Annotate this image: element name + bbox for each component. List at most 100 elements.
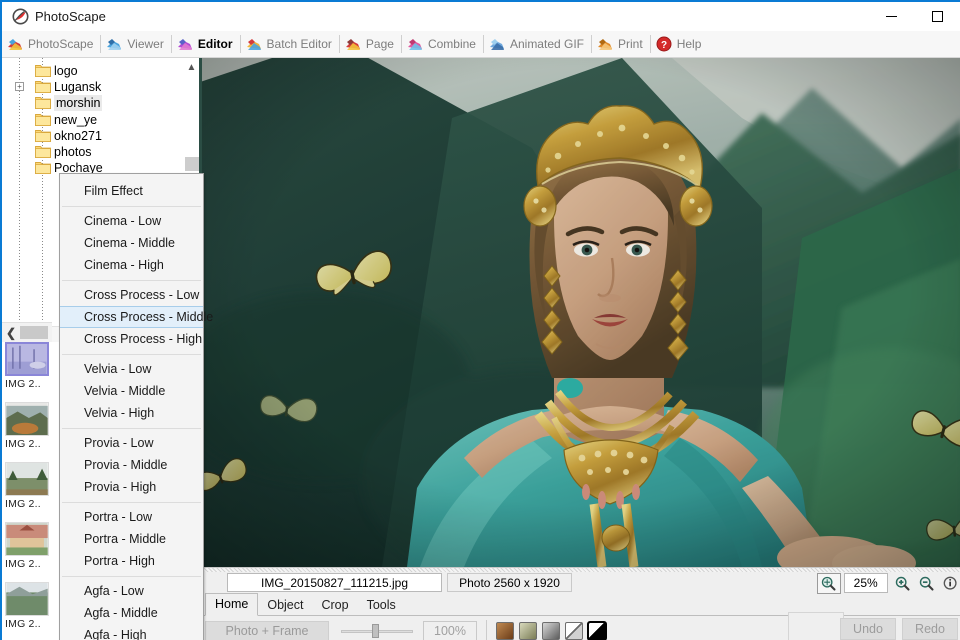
zoom-fit-icon [822,576,836,591]
module-tab-combine[interactable]: Combine [402,31,483,58]
tree-item-photos[interactable]: photos [2,144,184,160]
tree-item-logo[interactable]: logo [2,63,184,79]
zoom-out-button[interactable] [914,573,938,594]
zoom-in-button[interactable] [891,573,915,594]
module-tab-label: Help [676,37,702,51]
thumbnail-item[interactable]: IMG 2.. [5,342,49,390]
tree-item-okno271[interactable]: okno271 [2,128,184,144]
opacity-value[interactable]: 100% [423,621,477,640]
sidebar-collapse-bar[interactable]: ❮ [2,322,52,342]
scrollbar-thumb[interactable] [185,157,199,171]
tab-crop[interactable]: Crop [312,595,357,616]
home-tools-row: Photo + Frame 100% [205,620,607,640]
photo-frame-button[interactable]: Photo + Frame [205,620,329,640]
bw-diagonal-swatch[interactable] [587,621,607,640]
tree-item-morshin[interactable]: morshin [2,95,184,112]
zoom-in-icon [895,576,910,591]
folder-icon [35,97,51,110]
tree-item-label: new_ye [54,112,98,127]
edited-photo [202,58,960,567]
thumbnail-image [5,402,49,436]
menu-item-velvia-middle[interactable]: Velvia - Middle [60,380,203,402]
tab-tools[interactable]: Tools [358,595,405,616]
editor-tool-panel: Home Object Crop Tools Photo + Frame 100% U… [199,593,960,640]
menu-divider [62,280,201,281]
film-swatches [496,621,607,640]
module-tab-animated-gif[interactable]: Animated GIF [484,31,591,58]
tab-object[interactable]: Object [258,595,312,616]
menu-item-cross-process-high[interactable]: Cross Process - High [60,328,203,350]
tree-item-lugansk[interactable]: + Lugansk [2,79,184,95]
film-effect-context-menu[interactable]: Film Effect Cinema - Low Cinema - Middle Ci… [59,173,213,640]
menu-item-agfa-low[interactable]: Agfa - Low [60,580,203,602]
module-tab-page[interactable]: Page [340,31,401,58]
window-title: PhotoScape [35,9,106,24]
module-tab-batch-editor[interactable]: Batch Editor [241,31,339,58]
olive-swatch[interactable] [519,622,537,640]
print-module-icon [598,39,612,50]
sepia-swatch[interactable] [496,622,514,640]
module-tab-help[interactable]: ? Help [651,31,709,58]
undo-redo-group: Undo Redo [840,618,958,640]
thumbnail-strip[interactable]: IMG 2.. IMG 2.. IMG 2.. IMG 2.. IMG 2.. [2,342,52,640]
editor-tabs: Home Object Crop Tools [205,593,405,616]
menu-item-provia-high[interactable]: Provia - High [60,476,203,498]
menu-divider [62,354,201,355]
tab-home[interactable]: Home [205,593,259,616]
page-module-icon [345,39,360,50]
menu-item-agfa-high[interactable]: Agfa - High [60,624,203,640]
menu-item-cross-process-low[interactable]: Cross Process - Low [60,284,203,306]
thumbnail-item[interactable]: IMG 2.. [5,522,49,570]
gray-swatch[interactable] [542,622,560,640]
maximize-icon [931,11,943,22]
info-icon [943,576,957,590]
opacity-slider[interactable] [341,621,413,640]
menu-item-velvia-low[interactable]: Velvia - Low [60,358,203,380]
menu-item-cinema-middle[interactable]: Cinema - Middle [60,232,203,254]
image-info-button[interactable] [938,573,960,594]
folder-icon [35,146,51,158]
module-tab-editor[interactable]: Editor [172,31,240,58]
menu-item-portra-low[interactable]: Portra - Low [60,506,203,528]
menu-divider [62,576,201,577]
module-tab-print[interactable]: Print [592,31,650,58]
thumbnail-item[interactable]: IMG 2.. [5,402,49,450]
thumbnail-image [5,462,49,496]
menu-item-provia-middle[interactable]: Provia - Middle [60,454,203,476]
slider-knob[interactable] [372,624,379,638]
chevron-up-icon[interactable]: ▲ [184,62,199,73]
zoom-level-field[interactable]: 25% [843,573,888,593]
thumbnail-image [5,342,49,376]
zoom-fit-button[interactable] [817,572,841,594]
chevron-left-icon[interactable]: ❮ [2,326,20,340]
maximize-button[interactable] [914,2,960,31]
menu-item-cinema-high[interactable]: Cinema - High [60,254,203,276]
folder-icon [35,129,51,142]
image-canvas[interactable] [199,58,960,567]
combine-module-icon [407,39,422,50]
gray-diagonal-swatch[interactable] [565,622,583,640]
menu-item-cross-process-middle[interactable]: Cross Process - Middle [60,306,213,328]
image-dimensions: Photo 2560 x 1920 [447,573,572,592]
filename-field[interactable]: IMG_20150827_111215.jpg [227,573,442,592]
redo-button[interactable]: Redo [902,618,958,640]
tree-item-new_ye[interactable]: new_ye [2,112,184,128]
thumbnail-caption: IMG 2.. [5,438,41,450]
menu-divider [62,206,201,207]
undo-button[interactable]: Undo [840,618,896,640]
menu-item-velvia-high[interactable]: Velvia - High [60,402,203,424]
collapse-grip[interactable] [20,326,48,339]
photoscape-module-icon [8,39,22,50]
menu-item-provia-low[interactable]: Provia - Low [60,432,203,454]
menu-item-portra-high[interactable]: Portra - High [60,550,203,572]
menu-item-agfa-middle[interactable]: Agfa - Middle [60,602,203,624]
module-tab-photoscape[interactable]: PhotoScape [2,31,100,58]
thumbnail-item[interactable]: IMG 2.. [5,582,49,630]
menu-item-cinema-low[interactable]: Cinema - Low [60,210,203,232]
expand-toggle-icon[interactable]: + [15,82,24,92]
menu-item-portra-middle[interactable]: Portra - Middle [60,528,203,550]
minimize-button[interactable] [868,2,914,31]
thumbnail-item[interactable]: IMG 2.. [5,462,49,510]
module-tab-viewer[interactable]: Viewer [101,31,170,58]
help-module-icon: ? [656,36,672,52]
